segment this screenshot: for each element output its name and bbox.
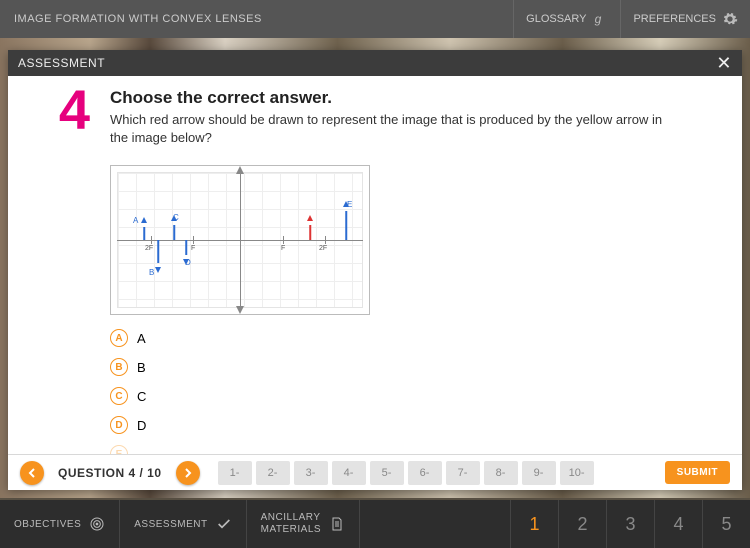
question-content: Choose the correct answer. Which red arr… [110,88,702,454]
option-letter: B [110,358,128,376]
page-tab-2[interactable]: 2 [558,500,606,548]
option-e[interactable]: E [110,445,702,454]
objectives-label: OBJECTIVES [14,519,81,530]
svg-text:g: g [595,12,602,26]
glossary-icon: g [592,11,608,27]
tick-f-left: F [191,245,195,252]
option-d[interactable]: D D [110,416,702,434]
bottom-bar: OBJECTIVES ASSESSMENT ANCILLARY MATERIAL… [0,500,750,548]
chevron-right-icon [183,468,193,478]
question-slot[interactable]: 7- [446,461,480,485]
page-tab-1[interactable]: 1 [510,500,558,548]
question-slot[interactable]: 4- [332,461,366,485]
question-slots: 1- 2- 3- 4- 5- 6- 7- 8- 9- 10- [218,461,594,485]
option-a[interactable]: A A [110,329,702,347]
preferences-button[interactable]: PREFERENCES [620,0,750,38]
prev-question-button[interactable] [20,461,44,485]
question-slot[interactable]: 6- [408,461,442,485]
option-text: C [137,389,146,404]
question-slot[interactable]: 1- [218,461,252,485]
tick-2f-right: 2F [319,245,327,252]
option-c[interactable]: C C [110,387,702,405]
ancillary-materials-button[interactable]: ANCILLARY MATERIALS [247,500,360,548]
option-letter: D [110,416,128,434]
assessment-button[interactable]: ASSESSMENT [120,500,246,548]
question-counter: QUESTION 4 / 10 [58,466,162,480]
assessment-label: ASSESSMENT [134,519,207,530]
preferences-label: PREFERENCES [633,13,716,25]
page-tab-4[interactable]: 4 [654,500,702,548]
answer-options: A A B B C C D D E [110,329,702,454]
tick-2f-left: 2F [145,245,153,252]
question-slot[interactable]: 9- [522,461,556,485]
arrow-label-e: E [347,200,352,209]
chevron-left-icon [27,468,37,478]
ancillary-label: ANCILLARY MATERIALS [261,512,321,536]
option-text: A [137,331,146,346]
question-number: 4 [48,88,90,454]
question-slot[interactable]: 10- [560,461,594,485]
option-letter: A [110,329,128,347]
arrow-label-c: C [173,213,179,222]
modal-body: 4 Choose the correct answer. Which red a… [8,76,742,454]
option-text: B [137,360,146,375]
check-icon [216,516,232,532]
question-instruction: Choose the correct answer. [110,88,702,108]
tick-f-right: F [281,245,285,252]
page-tab-3[interactable]: 3 [606,500,654,548]
document-icon [329,516,345,532]
page-tabs: 1 2 3 4 5 [510,500,750,548]
submit-button[interactable]: SUBMIT [665,461,730,484]
question-slot[interactable]: 5- [370,461,404,485]
app-title: IMAGE FORMATION WITH CONVEX LENSES [0,13,513,25]
option-text: D [137,418,146,433]
question-nav: QUESTION 4 / 10 1- 2- 3- 4- 5- 6- 7- 8- … [8,454,742,490]
target-icon [89,516,105,532]
modal-title: ASSESSMENT [18,56,105,70]
modal-header: ASSESSMENT ✕ [8,50,742,76]
question-slot[interactable]: 2- [256,461,290,485]
question-slot[interactable]: 8- [484,461,518,485]
option-letter: E [110,445,128,454]
arrow-label-d: D [185,258,191,267]
arrow-label-a: A [133,216,138,225]
glossary-button[interactable]: GLOSSARY g [513,0,620,38]
option-b[interactable]: B B [110,358,702,376]
question-prompt: Which red arrow should be drawn to repre… [110,111,670,147]
question-slot[interactable]: 3- [294,461,328,485]
option-letter: C [110,387,128,405]
glossary-label: GLOSSARY [526,13,586,25]
top-bar: IMAGE FORMATION WITH CONVEX LENSES GLOSS… [0,0,750,38]
page-tab-5[interactable]: 5 [702,500,750,548]
lens-diagram: 2F F F 2F A B [110,165,370,315]
close-icon[interactable]: ✕ [716,53,732,74]
arrow-label-b: B [149,268,154,277]
gear-icon [722,11,738,27]
assessment-modal: ASSESSMENT ✕ 4 Choose the correct answer… [8,50,742,490]
next-question-button[interactable] [176,461,200,485]
objectives-button[interactable]: OBJECTIVES [0,500,120,548]
